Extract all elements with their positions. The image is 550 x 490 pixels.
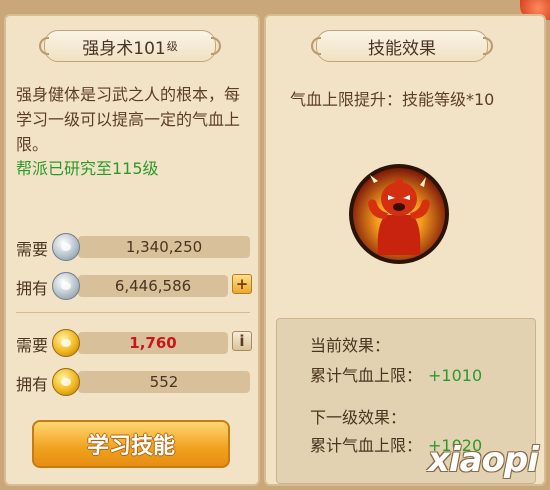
owned-silver-label: 拥有 — [16, 279, 49, 298]
current-effect-line: 累计气血上限： +1010 — [310, 362, 482, 386]
silver-coin-icon — [52, 233, 80, 261]
required-gold-value: 1,760 — [78, 332, 228, 354]
skill-title: 强身术101 — [82, 38, 166, 59]
required-gold-label: 需要 — [16, 336, 49, 355]
next-effect-label: 累计气血上限： — [310, 436, 423, 455]
guild-research-note: 帮派已研究至115级 — [16, 159, 159, 178]
add-silver-button[interactable]: + — [232, 274, 252, 294]
left-divider — [16, 312, 250, 313]
watermark-text: xiaopi — [428, 440, 539, 480]
current-effect-value: +1010 — [428, 366, 483, 385]
current-effect-label: 累计气血上限： — [310, 366, 423, 385]
watermark-logo: xiaopi小皮 — [428, 440, 546, 488]
skill-strength-icon — [349, 164, 449, 264]
owned-silver-value: 6,446,586 — [78, 275, 228, 297]
learn-skill-button[interactable]: 学习技能 — [32, 420, 230, 468]
silver-coin-icon — [52, 272, 80, 300]
required-silver-label: 需要 — [16, 240, 49, 259]
current-effect-title: 当前效果： — [310, 336, 391, 355]
effect-title: 技能效果 — [368, 38, 436, 59]
effect-title-plate: 技能效果 — [311, 30, 493, 62]
info-button[interactable]: i — [232, 331, 252, 351]
gold-coin-icon — [52, 368, 80, 396]
required-silver-value: 1,340,250 — [78, 236, 250, 258]
skill-title-level-suffix: 级 — [166, 40, 178, 53]
skill-description: 强身健体是习武之人的根本，每学习一级可以提高一定的气血上限。 — [16, 85, 241, 154]
skill-title-plate: 强身术101 级 — [39, 30, 221, 62]
owned-gold-value: 552 — [78, 371, 250, 393]
gold-coin-icon — [52, 329, 80, 357]
effect-formula: 气血上限提升：技能等级*10 — [290, 90, 495, 109]
owned-gold-label: 拥有 — [16, 375, 49, 394]
next-effect-title: 下一级效果： — [310, 408, 407, 427]
